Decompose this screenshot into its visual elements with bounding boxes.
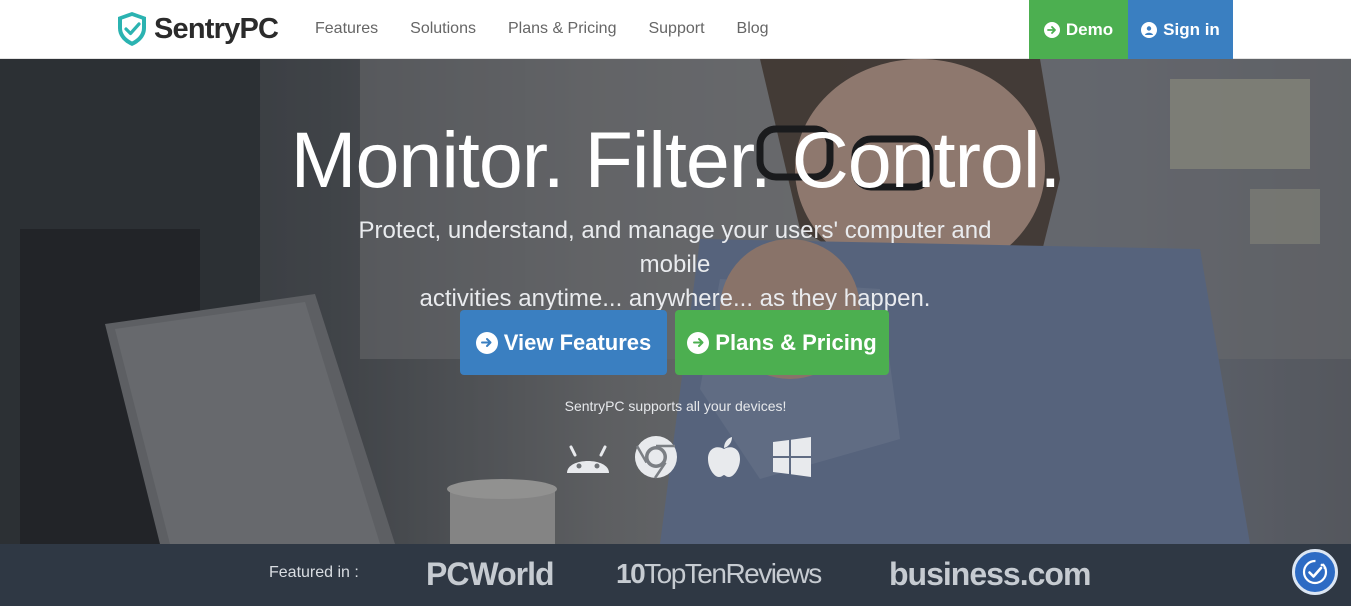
featured-in-label: Featured in :: [269, 564, 359, 581]
hero-section: Monitor. Filter. Control. Protect, under…: [0, 59, 1351, 544]
nav-link-support[interactable]: Support: [648, 20, 704, 38]
business-com-logo: business.com: [889, 556, 1091, 592]
check-badge-icon: [1302, 559, 1328, 585]
brand-name: SentryPC: [154, 12, 279, 45]
hero-subtitle-line1: Protect, understand, and manage your use…: [358, 217, 992, 278]
featured-in-bar: Featured in : PCWorld 10TopTenReviews bu…: [0, 544, 1351, 606]
plans-pricing-label: Plans & Pricing: [715, 329, 877, 355]
nav-link-features[interactable]: Features: [315, 20, 378, 38]
demo-button[interactable]: Demo: [1029, 0, 1128, 59]
nav-link-solutions[interactable]: Solutions: [410, 20, 476, 38]
toptenreviews-logo-text: TopTenReviews: [644, 558, 822, 589]
view-features-button[interactable]: View Features: [460, 310, 667, 375]
cookie-consent-button[interactable]: [1292, 549, 1338, 595]
sign-in-button[interactable]: Sign in: [1128, 0, 1233, 59]
demo-label: Demo: [1065, 19, 1114, 39]
user-circle-icon: [1141, 21, 1158, 38]
devices-support-text: SentryPC supports all your devices!: [564, 398, 787, 414]
arrow-right-circle-icon: [1043, 21, 1060, 38]
device-icons: [563, 435, 817, 479]
toptenreviews-logo-number: 10: [616, 558, 646, 589]
arrow-right-circle-icon: [475, 331, 498, 354]
windows-icon: [773, 437, 811, 477]
apple-icon: [708, 437, 740, 477]
shield-check-icon: [118, 12, 146, 46]
hero-title: Monitor. Filter. Control.: [290, 115, 1062, 204]
sign-in-label: Sign in: [1163, 19, 1220, 39]
pcworld-logo: PCWorld: [426, 556, 555, 592]
chrome-icon: [635, 436, 677, 479]
brand-logo[interactable]: SentryPC: [116, 11, 279, 47]
plans-pricing-button[interactable]: Plans & Pricing: [675, 310, 889, 375]
view-features-label: View Features: [503, 329, 652, 355]
main-nav: Features Solutions Plans & Pricing Suppo…: [315, 0, 801, 58]
hero-subtitle: Protect, understand, and manage your use…: [325, 214, 1025, 316]
nav-link-plans-pricing[interactable]: Plans & Pricing: [508, 20, 617, 38]
toptenreviews-logo: 10TopTenReviews: [616, 558, 822, 590]
nav-link-blog[interactable]: Blog: [737, 20, 769, 38]
arrow-right-circle-icon: [687, 331, 710, 354]
top-navbar: SentryPC Features Solutions Plans & Pric…: [0, 0, 1351, 59]
android-icon: [567, 445, 609, 473]
